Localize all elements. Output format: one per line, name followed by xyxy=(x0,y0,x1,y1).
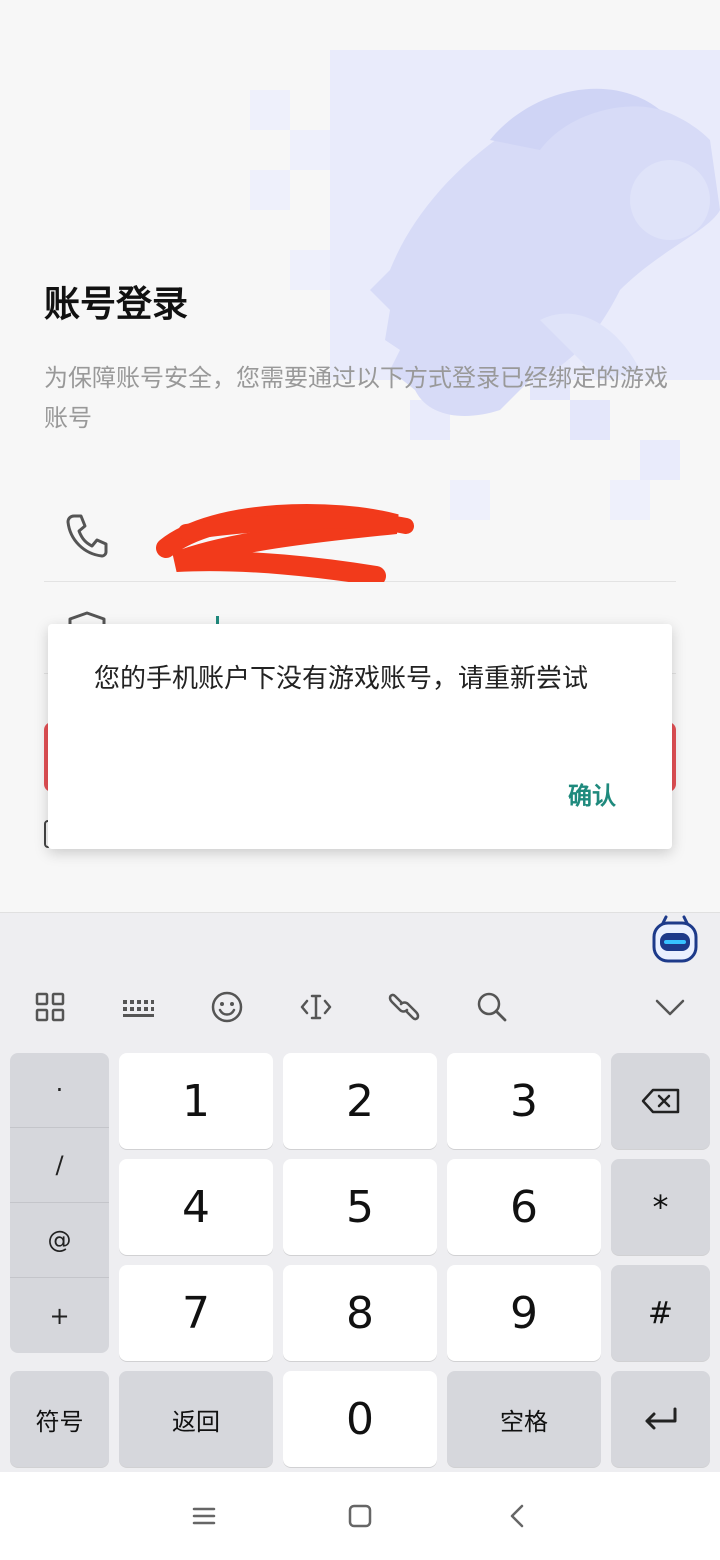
chevron-down-icon[interactable] xyxy=(642,979,698,1035)
space-key[interactable]: 空格 xyxy=(447,1371,601,1467)
symbol-column[interactable]: · / @ + xyxy=(10,1053,109,1353)
background-artwork xyxy=(250,50,720,520)
number-keyboard: · / @ + 1 2 3 4 5 6 7 8 9 0 * # 符号 返回 空格 xyxy=(0,912,720,1472)
menu-icon[interactable] xyxy=(188,1500,220,1532)
key-1[interactable]: 1 xyxy=(119,1053,273,1149)
phone-number-row[interactable] xyxy=(44,488,676,582)
star-key[interactable]: * xyxy=(611,1159,710,1255)
key-3[interactable]: 3 xyxy=(447,1053,601,1149)
confirm-button[interactable]: 确认 xyxy=(568,776,616,811)
key-7[interactable]: 7 xyxy=(119,1265,273,1361)
cursor-move-icon[interactable] xyxy=(288,979,344,1035)
backspace-key[interactable] xyxy=(611,1053,710,1149)
assistant-icon[interactable] xyxy=(652,915,698,963)
back-icon[interactable] xyxy=(502,1500,534,1532)
symbol-key[interactable]: · xyxy=(10,1053,109,1128)
enter-icon xyxy=(645,1407,676,1430)
key-5[interactable]: 5 xyxy=(283,1159,437,1255)
backspace-icon xyxy=(641,1088,679,1114)
key-2[interactable]: 2 xyxy=(283,1053,437,1149)
grid-icon[interactable] xyxy=(22,979,78,1035)
emoji-icon[interactable] xyxy=(199,979,255,1035)
symbol-key[interactable]: @ xyxy=(10,1203,109,1278)
keypad-icon[interactable] xyxy=(110,979,166,1035)
key-4[interactable]: 4 xyxy=(119,1159,273,1255)
phone-icon xyxy=(66,514,108,558)
back-key[interactable]: 返回 xyxy=(119,1371,273,1467)
link-icon[interactable] xyxy=(376,979,432,1035)
key-0[interactable]: 0 xyxy=(283,1371,437,1467)
hash-key[interactable]: # xyxy=(611,1265,710,1361)
error-dialog: 您的手机账户下没有游戏账号，请重新尝试 确认 xyxy=(48,624,672,849)
home-icon[interactable] xyxy=(344,1500,376,1532)
dialog-message: 您的手机账户下没有游戏账号，请重新尝试 xyxy=(94,664,589,694)
page-title: 账号登录 xyxy=(44,284,189,325)
search-icon[interactable] xyxy=(464,979,520,1035)
symbol-key[interactable]: + xyxy=(10,1278,109,1353)
enter-key[interactable] xyxy=(611,1371,710,1467)
page-description: 为保障账号安全，您需要通过以下方式登录已经绑定的游戏账号 xyxy=(44,364,668,432)
system-navigation-bar xyxy=(0,1472,720,1560)
keyboard-toolbar xyxy=(0,979,720,1035)
login-page: 账号登录 为保障账号安全，您需要通过以下方式登录已经绑定的游戏账号 您的手机账户… xyxy=(0,0,720,1560)
symbol-mode-key[interactable]: 符号 xyxy=(10,1371,109,1467)
redacted-phone-number xyxy=(156,504,414,582)
symbol-key[interactable]: / xyxy=(10,1128,109,1203)
key-8[interactable]: 8 xyxy=(283,1265,437,1361)
key-9[interactable]: 9 xyxy=(447,1265,601,1361)
key-6[interactable]: 6 xyxy=(447,1159,601,1255)
